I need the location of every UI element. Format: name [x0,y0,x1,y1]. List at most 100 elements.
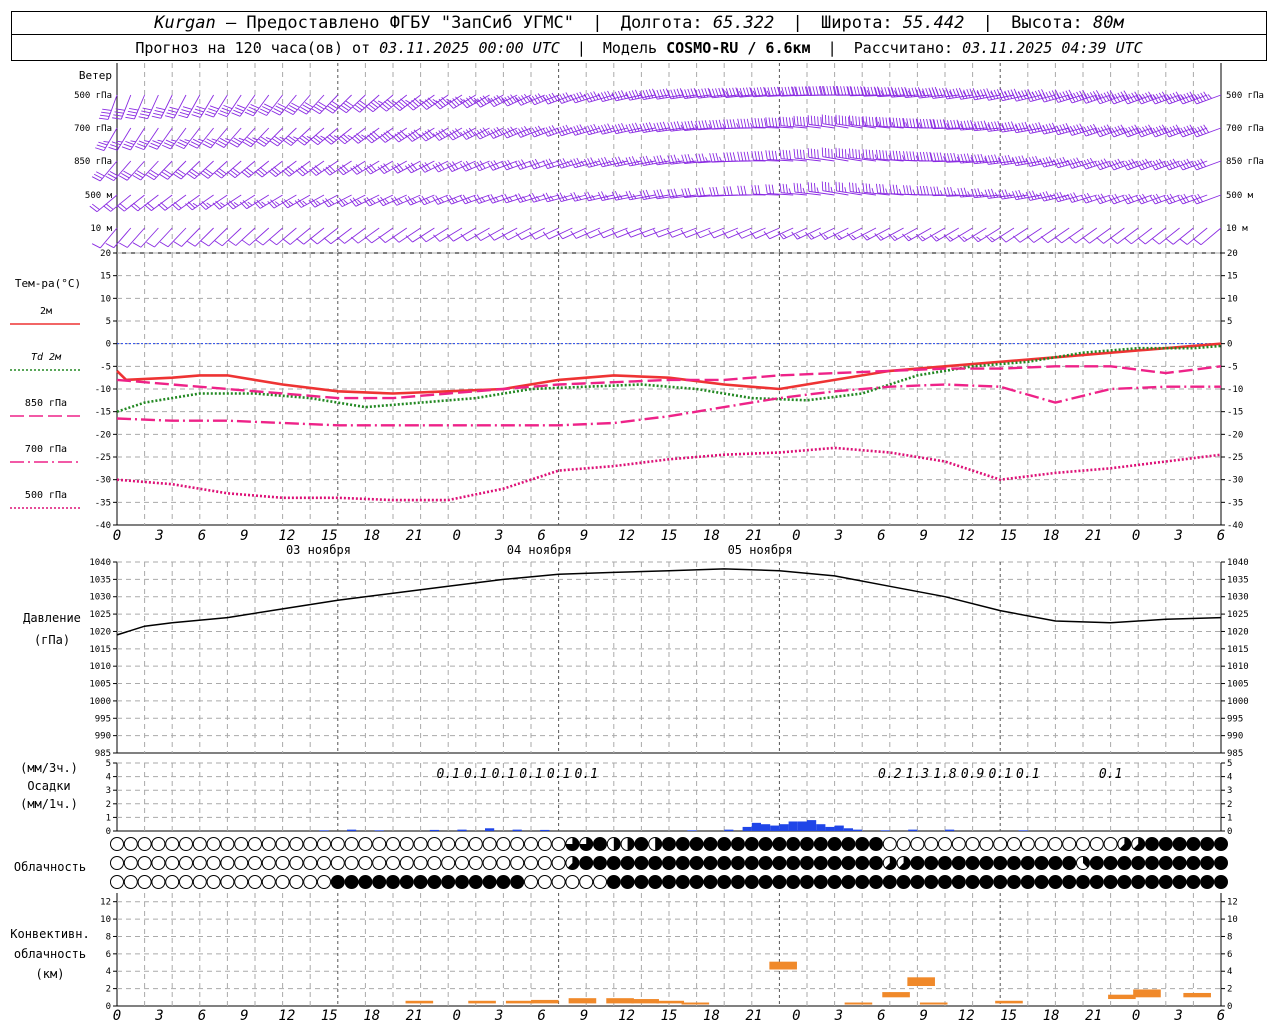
wind-barb-shaft [603,227,628,239]
precip-bar [724,829,734,831]
wind-barb-flag [754,185,758,195]
cloud-cover-fill [993,875,1007,889]
wind-barb-flag [614,124,620,134]
cloud-cover-fill [938,875,952,889]
wind-barb-shaft [356,160,380,175]
cloud-cover-circle [234,837,249,851]
wind-barb-flag [726,152,730,162]
wind-barb-flag [405,235,413,243]
x-tick-label: 18 [1043,528,1060,544]
wind-barb-shaft [519,194,545,203]
cloud-cover-fill [855,856,869,870]
cloud-cover-circle [151,875,166,889]
x-tick-label-bottom: 6 [537,1008,545,1024]
wind-barb-flag [768,150,771,160]
wind-barb-flag [98,117,109,120]
wind-barb-flag [607,90,613,100]
y-tick-label-right: 0 [1227,827,1232,837]
x-tick-label-bottom: 6 [877,1008,885,1024]
cloud-cover-circle [303,875,318,889]
y-tick-label-right: 1010 [1227,662,1249,672]
wind-barb-flag [1031,190,1037,200]
wind-barb-flag [173,241,182,247]
cloud-cover-fill [1062,856,1076,870]
cloud-cover-fill [1186,875,1200,889]
cloud-cover-circle [220,875,235,889]
y-tick-label: 0 [106,340,111,350]
precip-3h-label: 0.1 [464,767,487,782]
cloud-cover-fill [1214,875,1228,889]
wind-barb-flag [771,150,775,160]
wind-barb-flag [841,115,844,125]
wind-barb-shaft [343,160,366,176]
wind-barb-flag [1031,123,1037,133]
precip-3h-label: 0.1 [492,767,515,782]
wind-barb-flag [126,113,136,117]
wind-barb-flag [648,122,654,132]
wind-barb-flag [746,118,750,128]
wind-barb-flag [273,108,283,113]
wind-barb-flag [600,124,606,134]
wind-barb-flag [933,186,937,196]
x-tick-label: 6 [1217,528,1225,544]
wind-barb-flag [1004,90,1010,100]
y-tick-label: 990 [95,732,111,742]
cloud-cover-fill [979,856,993,870]
wind-barb-flag [754,151,758,161]
wind-barb-flag [853,86,857,96]
x-tick-label: 12 [618,528,635,544]
wind-barb-flag [102,108,112,111]
precip-3h-label: 0.1 [547,767,570,782]
wind-barb-flag [929,234,937,242]
precip-3h-label: 0.1 [988,767,1011,782]
wind-barb-flag [796,116,799,126]
cloud-cover-fill [469,875,483,889]
cloud-cover-fill [814,837,828,851]
wind-barb-flag [1001,189,1006,199]
cloud-cover-fill [910,856,924,870]
cloud-cover-fill [345,875,359,889]
cloud-cover-fill [1090,875,1104,889]
wind-barb-shaft [147,94,159,119]
convective-bar [1183,992,1211,998]
wind-barb-flag [621,90,626,99]
cloud-cover-fill [331,875,345,889]
x-tick-label: 15 [661,528,678,544]
convective-ylabel: Конвективн. [10,927,89,941]
wind-barb-shaft [713,227,739,239]
cloud-cover-fill [593,837,607,851]
wind-barb-flag [771,184,775,194]
x-tick-label-bottom: 9 [240,1008,248,1024]
wind-barb-flag [631,156,637,165]
cloud-cover-circle [206,875,221,889]
wind-barb-flag [433,234,441,242]
wind-barb-flag [138,140,148,145]
wind-barb-shaft [507,227,532,241]
cloud-cover-fill [579,856,593,870]
wind-barb-flag [191,114,201,118]
x-tick-label: 9 [580,528,588,544]
wind-barb-flag [329,200,335,205]
cloud-cover-fill [1145,856,1159,870]
wind-barb-flag [621,123,626,132]
wind-barb-flag [204,140,213,146]
cloud-cover-fill [924,856,938,870]
cloud-cover-fill [869,856,883,870]
wind-barb-flag [950,120,954,130]
wind-barb-flag [743,118,747,128]
wind-barb-flag [631,123,637,133]
wind-barb-flag [1021,155,1026,165]
wind-barb-flag [384,198,390,204]
cloud-cover-fill [1076,875,1090,889]
precip-bar [761,824,771,831]
wind-barb-flag [175,144,185,150]
wind-barb-flag [793,115,796,126]
cloud-cover-circle [220,837,235,851]
wind-barb-flag [814,116,816,126]
wind-barb-flag [796,149,799,159]
temp-ylabel: Тем-ра(°С) [15,277,81,290]
wind-barb-shaft [644,227,670,238]
wind-barb-flag [1045,124,1051,133]
wind-barb-flag [774,117,778,128]
wind-barb-flag [1042,124,1048,134]
